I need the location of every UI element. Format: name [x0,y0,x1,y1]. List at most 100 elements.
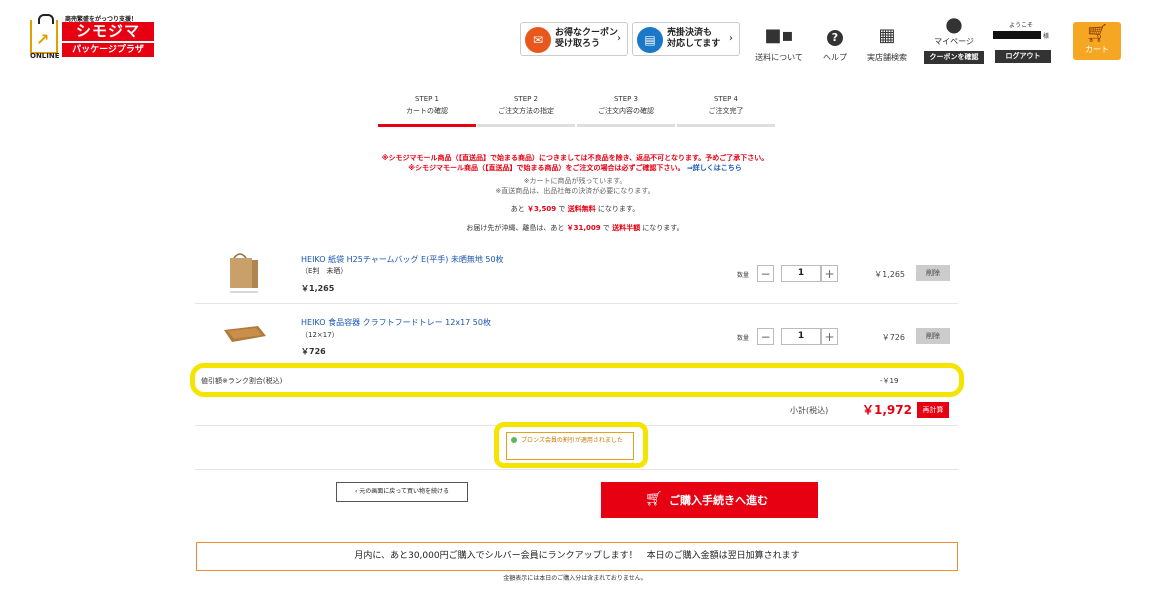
step-4-num: STEP 4 [713,95,739,103]
product-unit-price: ￥726 [301,347,326,356]
invoice-promo-button[interactable]: ▤ 売掛決済も 対応してます › [632,22,740,56]
check-circle-icon [511,437,517,443]
step-2-bar [477,124,575,127]
free-shipping-post: になります。 [597,205,640,213]
product-variant: （12×17） [301,331,339,339]
nav-shipping[interactable]: ■▪ 送料について [750,26,808,63]
nav-store-label: 実店舗検索 [867,53,907,62]
line-total: ￥726 [881,333,905,342]
store-icon: ▦ [878,25,896,46]
delete-button[interactable]: 削除 [916,328,950,344]
half-shipping-mid: で [602,224,610,232]
nav-mypage[interactable]: ● マイページ [924,14,984,47]
minus-icon[interactable]: − [757,265,774,282]
cart-button[interactable]: 🛒︎ カート [1073,22,1121,60]
discount-value: -￥19 [880,377,899,385]
help-icon: ? [827,30,843,46]
step-1: STEP 1 カートの確認 [378,95,476,127]
step-1-label: カートの確認 [406,107,448,115]
cart-icon: 🛒︎ [645,491,663,507]
nav-mypage-label: マイページ [934,37,974,46]
logo-sub-text: パッケージプラザ [62,43,154,57]
plus-icon[interactable]: + [821,265,838,282]
nav-store-search[interactable]: ▦ 実店舗検索 [862,26,912,63]
banner-note: 金額表示には本日のご購入分は含まれておりません。 [503,575,647,582]
free-shipping-notice: あと ￥3,509 で 送料無料 になります。 [0,204,1150,214]
cart-icon: 🛒︎ [1085,23,1109,44]
line-total: ￥1,265 [874,270,905,279]
step-1-bar [378,124,476,127]
checkout-button[interactable]: 🛒︎ ご購入手続きへ進む [601,482,818,518]
user-icon: ● [945,12,963,36]
subtotal-value: ￥1,972 [862,403,912,417]
invoice-promo-line1: 売掛決済も [667,28,713,38]
plus-icon[interactable]: + [821,328,838,345]
product-variant: （E判 未晒） [301,267,348,275]
coupon-promo-line2: 受け取ろう [555,39,601,49]
free-shipping-mid: で [558,205,566,213]
member-discount-text: プロンズ会員の割引が適用されました [521,437,623,444]
product-name[interactable]: HEIKO 食品容器 クラフトフードトレー 12x17 50枚 [301,317,491,328]
discount-highlight [190,363,964,397]
delete-button[interactable]: 削除 [916,265,950,281]
nav-help-label: ヘルプ [823,53,847,62]
quantity-input[interactable]: 1 [781,328,821,345]
coupon-promo-line1: お得なクーポン [555,28,619,38]
coupon-icon: ✉ [525,27,551,53]
logo-main-text: シモジマ [62,22,154,41]
invoice-icon: ▤ [637,27,663,53]
step-3-bar [577,124,675,127]
member-discount-note: プロンズ会員の割引が適用されました [506,432,634,460]
chevron-right-icon: › [617,33,621,44]
direct-ship-notice-text: ※シモジマモール商品（【直送品】で始まる商品）をご注文の場合は必ずご確認下さい。 [408,164,685,172]
step-4: STEP 4 ご注文完了 [677,95,775,127]
cart-label: カート [1085,45,1109,54]
rank-up-banner: 月内に、あと30,000円ご購入でシルバー会員にランクアップします！ 本日のご購… [196,542,958,571]
step-4-bar [677,124,775,127]
half-shipping-post: になります。 [642,224,684,232]
subtotal-label: 小計(税込) [790,406,829,415]
quantity-stepper: 数量 − 1 + [737,328,838,346]
divider [195,469,958,470]
coupon-check-button[interactable]: クーポンを確認 [924,51,984,64]
recalculate-button[interactable]: 再計算 [917,402,949,418]
free-shipping-amount: ￥3,509 [527,205,557,213]
free-shipping-pre: あと [510,205,525,213]
chevron-right-icon: › [729,33,733,44]
half-shipping-amount: ￥31,009 [566,224,601,232]
product-unit-price: ￥1,265 [301,284,335,293]
checkout-label: ご購入手続きへ進む [669,494,768,507]
invoice-promo-line2: 対応してます [667,39,721,49]
step-2: STEP 2 ご注文方法の指定 [477,95,575,127]
quantity-input[interactable]: 1 [781,265,821,282]
shopping-bag-icon: ↗ [30,14,58,54]
nav-shipping-label: 送料について [755,53,803,62]
step-3-label: ご注文内容の確認 [598,107,654,115]
step-4-label: ご注文完了 [708,107,744,115]
nav-help[interactable]: ? ヘルプ [812,26,858,63]
product-image-paper-bag[interactable] [220,252,268,296]
payment-notice: ※直送商品は、出品社毎の決済が必要になります。 [495,187,655,195]
product-image-food-tray[interactable] [220,318,268,348]
step-3: STEP 3 ご注文内容の確認 [577,95,675,127]
half-shipping-emph: 送料半額 [612,224,641,232]
details-link[interactable]: ⇒詳しくはこちら [687,164,742,172]
site-logo[interactable]: 商売繁盛をがっつり支援！ ↗ ONLINE シモジマ パッケージプラザ [30,14,156,60]
honorific-text: 様 [1043,33,1050,40]
step-3-num: STEP 3 [613,95,639,103]
discount-label: 値引額※ランク割合(税込) [201,377,283,385]
step-1-num: STEP 1 [414,95,440,103]
half-shipping-pre: お届け先が沖縄、離島は、あと [466,224,565,232]
welcome-text: ようこそ [1009,22,1034,29]
coupon-promo-button[interactable]: ✉ お得なクーポン 受け取ろう › [520,22,628,56]
minus-icon[interactable]: − [757,328,774,345]
divider [195,303,958,304]
quantity-stepper: 数量 − 1 + [737,265,838,283]
free-shipping-emph: 送料無料 [567,205,596,213]
logout-button[interactable]: ログアウト [995,50,1051,63]
truck-icon: ■▪ [764,25,794,46]
continue-shopping-button[interactable]: ‹ 元の画面に戻って買い物を続ける [336,482,468,502]
return-policy-notice: ※シモジマモール商品（【直送品】で始まる商品）につきましては不良品を除き、返品不… [381,154,769,162]
quantity-label: 数量 [737,272,750,279]
product-name[interactable]: HEIKO 紙袋 H25チャームバッグ E(平手) 未晒無地 50枚 [301,254,504,265]
